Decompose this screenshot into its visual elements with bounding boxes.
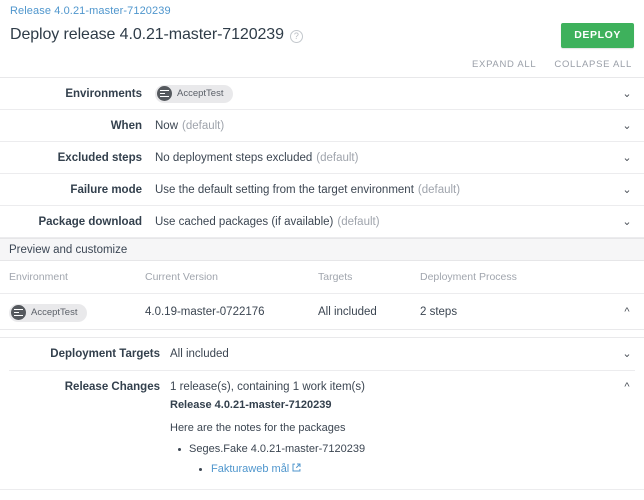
environment-chip-accepttest[interactable]: AcceptTest [155,84,234,103]
expand-collapse-toolbar: EXPAND ALL COLLAPSE ALL [0,51,644,78]
setting-row-environments[interactable]: Environments AcceptTest ⌄ [0,78,644,110]
environment-chip-accepttest[interactable]: AcceptTest [9,303,88,322]
setting-value: AcceptTest [155,84,610,103]
work-item-list: Fakturaweb mål [170,461,610,477]
cell-environment: AcceptTest [0,301,145,322]
setting-row-when[interactable]: When Now (default) ⌄ [0,110,644,142]
environment-icon [11,305,26,321]
page-header: Deploy release 4.0.21-master-7120239 ? D… [0,17,644,51]
setting-label: Failure mode [70,183,142,196]
column-header-environment: Environment [9,271,68,283]
column-header-current-version: Current Version [145,271,218,283]
setting-row-excluded-steps[interactable]: Excluded steps No deployment steps exclu… [0,142,644,174]
setting-row-package-download[interactable]: Package download Use cached packages (if… [0,206,644,238]
detail-label: Deployment Targets [50,347,160,360]
chevron-down-icon[interactable]: ⌄ [610,215,644,228]
setting-row-failure-mode[interactable]: Failure mode Use the default setting fro… [0,174,644,206]
collapse-all-link[interactable]: COLLAPSE ALL [554,59,632,70]
work-item-link[interactable]: Fakturaweb mål [211,463,289,475]
section-divider [0,329,644,338]
deploy-release-page: Release 4.0.21-master-7120239 Deploy rel… [0,0,644,500]
setting-label: Excluded steps [57,151,142,164]
cell-current-version: 4.0.19-master-0722176 [145,305,265,318]
release-notes-intro: Here are the notes for the packages [170,422,346,434]
chevron-up-icon[interactable]: ^ [610,380,644,395]
detail-row-release-changes[interactable]: Release Changes 1 release(s), containing… [0,371,644,477]
chevron-up-icon[interactable]: ^ [610,306,644,318]
list-item: Fakturaweb mål [199,461,610,477]
expand-all-link[interactable]: EXPAND ALL [472,59,536,70]
setting-value-text: Use cached packages (if available) [155,215,334,228]
preview-table-header: Environment Current Version Targets Depl… [0,261,644,294]
chevron-down-icon[interactable]: ⌄ [610,119,644,132]
setting-label: Environments [65,87,142,100]
chevron-down-icon[interactable]: ⌄ [610,347,644,362]
deployment-steps-preview-title: Deployment steps preview [0,490,644,500]
cell-deployment-process: 2 steps [420,305,458,318]
detail-label: Release Changes [64,381,160,393]
breadcrumb: Release 4.0.21-master-7120239 [0,0,644,17]
setting-value-text: No deployment steps excluded [155,151,313,164]
setting-value: No deployment steps excluded (default) [155,152,610,164]
deploy-button[interactable]: DEPLOY [561,22,634,48]
breadcrumb-release-link[interactable]: Release 4.0.21-master-7120239 [10,5,171,17]
table-row[interactable]: AcceptTest 4.0.19-master-0722176 All inc… [0,294,644,329]
question-circle-icon[interactable]: ? [289,30,303,43]
package-list: Seges.Fake 4.0.21-master-7120239 [170,441,610,457]
page-title-group: Deploy release 4.0.21-master-7120239 ? [10,26,303,44]
preview-and-customize-header: Preview and customize [0,238,644,261]
setting-label: Package download [38,215,142,228]
list-item: Seges.Fake 4.0.21-master-7120239 [170,441,610,457]
setting-label: When [110,119,142,132]
detail-value: All included [170,347,229,360]
setting-default-note: (default) [417,183,461,196]
package-name: Seges.Fake 4.0.21-master-7120239 [189,443,366,455]
detail-row-deployment-targets[interactable]: Deployment Targets All included ⌄ [0,338,644,370]
environment-chip-label: AcceptTest [177,88,224,99]
release-changes-summary: 1 release(s), containing 1 work item(s) [170,381,365,393]
setting-value: Now (default) [155,120,610,132]
release-name: Release 4.0.21-master-7120239 [170,399,332,411]
setting-value: Use the default setting from the target … [155,184,610,196]
setting-value-text: Now [155,119,179,132]
setting-default-note: (default) [316,151,359,164]
page-title: Deploy release 4.0.21-master-7120239 [10,26,284,43]
setting-value: Use cached packages (if available) (defa… [155,216,610,228]
chevron-down-icon[interactable]: ⌄ [610,87,644,100]
column-header-deployment-process: Deployment Process [420,271,517,283]
environment-chip-label: AcceptTest [31,307,78,319]
release-changes-body: 1 release(s), containing 1 work item(s) … [170,380,610,477]
chevron-down-icon[interactable]: ⌄ [610,151,644,164]
setting-default-note: (default) [182,119,225,132]
environment-icon [157,86,172,101]
chevron-down-icon[interactable]: ⌄ [610,183,644,196]
setting-default-note: (default) [337,215,380,228]
external-link-icon[interactable] [292,461,301,477]
setting-value-text: Use the default setting from the target … [155,183,414,196]
cell-targets: All included [318,305,377,318]
column-header-targets: Targets [318,271,353,283]
